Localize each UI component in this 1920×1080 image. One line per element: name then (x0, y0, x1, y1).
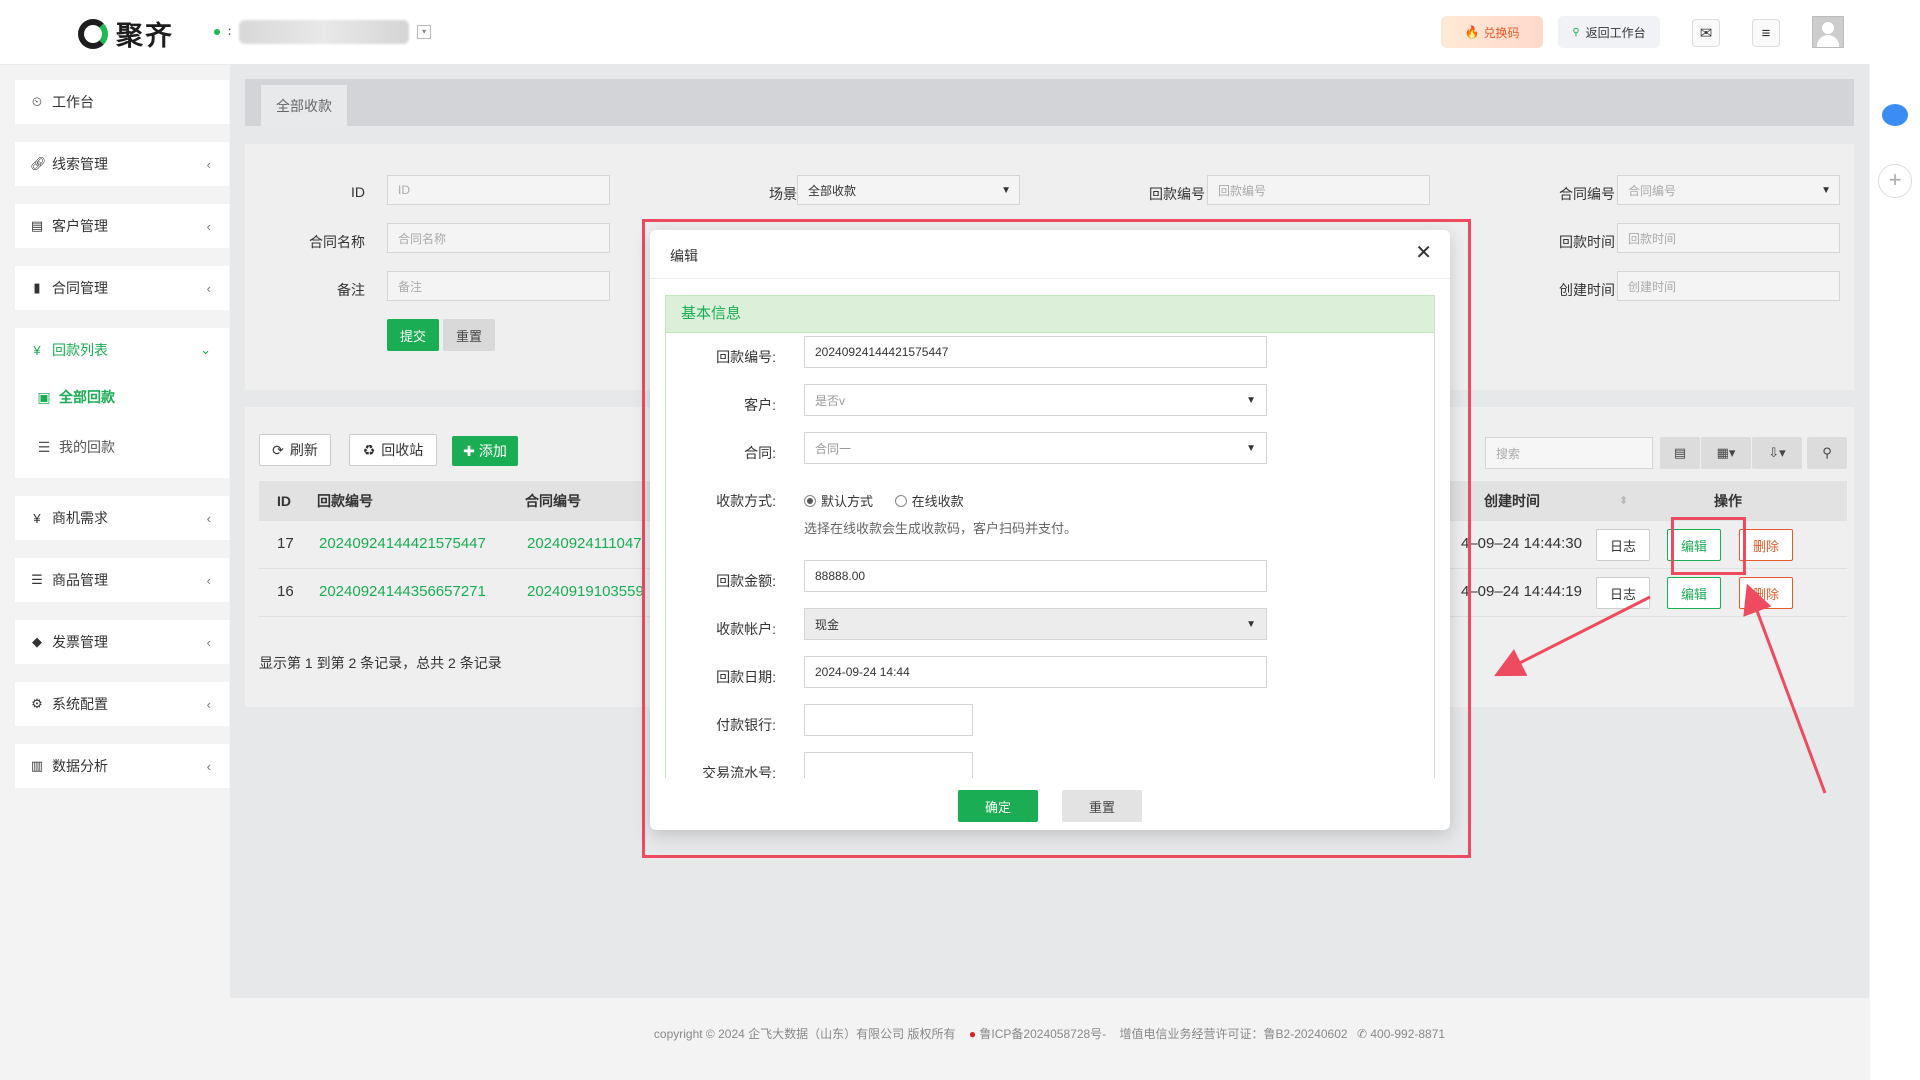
annotation-arrow-to-modal (1493, 595, 1651, 677)
annotation-arrow-to-edit (1743, 583, 1827, 794)
annotation-arrows (1493, 583, 1827, 794)
